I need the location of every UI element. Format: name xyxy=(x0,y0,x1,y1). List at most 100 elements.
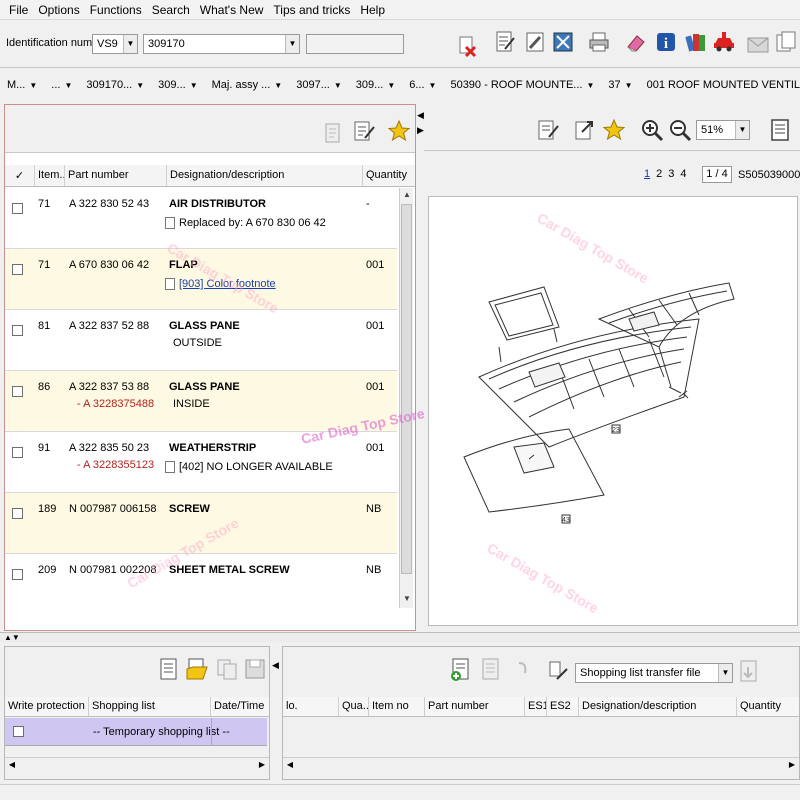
row-checkbox[interactable] xyxy=(12,386,23,397)
menu-item-0[interactable]: File xyxy=(4,3,33,17)
row-checkbox[interactable] xyxy=(12,569,23,580)
star-icon[interactable] xyxy=(387,119,411,143)
fit-screen-icon[interactable] xyxy=(551,30,575,54)
table-row[interactable]: 81 A 322 837 52 88 GLASS PANE OUTSIDE 001 xyxy=(5,310,397,371)
transfer-horizontal-scrollbar[interactable]: ◀ ▶ xyxy=(283,757,799,771)
scroll-left-icon[interactable]: ◀ xyxy=(5,758,19,771)
table-row[interactable]: 209 N 007981 002208 SHEET METAL SCREW NB xyxy=(5,554,397,608)
row-checkbox[interactable] xyxy=(12,203,23,214)
document-icon[interactable] xyxy=(479,657,503,681)
expand-right-icon[interactable]: ▶ xyxy=(417,125,424,136)
horizontal-splitter[interactable]: ▲▼ xyxy=(0,632,800,642)
breadcrumb-item-8[interactable]: 50390 - ROOF MOUNTE... ▼ xyxy=(443,79,601,91)
scroll-right-icon[interactable]: ▶ xyxy=(785,758,799,771)
table-row[interactable]: 71 A 322 830 52 43 AIR DISTRIBUTOR Replaced… xyxy=(5,188,397,249)
scroll-left-icon[interactable]: ◀ xyxy=(283,758,297,771)
row-checkbox[interactable] xyxy=(12,447,23,458)
col-item[interactable]: Item... xyxy=(35,165,65,186)
edit-list-icon[interactable] xyxy=(536,118,560,142)
transfer-file-select[interactable]: Shopping list transfer file ▼ xyxy=(575,663,733,683)
edit-list-icon[interactable] xyxy=(493,30,517,54)
ident-prefix-select[interactable]: VS9 ▼ xyxy=(92,34,138,54)
col-part-number[interactable]: Part number xyxy=(65,165,167,186)
edit-list-icon[interactable] xyxy=(352,119,376,143)
breadcrumb-item-4[interactable]: Maj. assy ... ▼ xyxy=(205,79,290,91)
delete-document-icon[interactable] xyxy=(455,34,479,58)
menu-item-4[interactable]: What's New xyxy=(195,3,269,17)
print-icon[interactable] xyxy=(587,30,611,54)
zoom-in-icon[interactable] xyxy=(640,118,664,142)
page-link-4[interactable]: 4 xyxy=(680,168,686,180)
alt-part-number[interactable]: - A 3228375488 xyxy=(77,398,154,410)
export-document-icon[interactable] xyxy=(737,659,761,683)
menu-item-6[interactable]: Help xyxy=(355,3,390,17)
col-quantity[interactable]: Quantity xyxy=(363,165,415,186)
page-link-2[interactable]: 2 xyxy=(656,168,662,180)
document-list-icon[interactable] xyxy=(768,118,792,142)
write-protection-checkbox[interactable] xyxy=(13,726,24,737)
eraser-icon[interactable] xyxy=(624,30,648,54)
copy-list-icon[interactable] xyxy=(321,121,345,145)
menu-item-3[interactable]: Search xyxy=(147,3,195,17)
vehicle-icon[interactable] xyxy=(712,30,736,54)
zoom-out-icon[interactable] xyxy=(668,118,692,142)
page-of-field[interactable]: 1 / 4 xyxy=(702,166,732,183)
col-write-protection[interactable]: Write protection xyxy=(5,697,89,716)
table-row[interactable]: 86 A 322 837 53 88 - A 3228375488 GLASS PAN… xyxy=(5,371,397,432)
breadcrumb-item-10[interactable]: 001 ROOF MOUNTED VENTILATOR▼ xyxy=(640,79,800,91)
row-checkbox[interactable] xyxy=(12,325,23,336)
table-row[interactable]: 91 A 322 835 50 23 - A 3228355123 WEATHERST… xyxy=(5,432,397,493)
scroll-down-icon[interactable]: ▼ xyxy=(400,592,414,606)
col-designation[interactable]: Designation/description xyxy=(167,165,363,186)
mail-icon[interactable] xyxy=(746,32,770,56)
breadcrumb-item-9[interactable]: 37 ▼ xyxy=(601,79,639,91)
col-part-number[interactable]: Part number xyxy=(425,697,525,716)
alt-part-number[interactable]: - A 3228355123 xyxy=(77,459,154,471)
scroll-thumb[interactable] xyxy=(401,204,412,574)
ident-extra-field[interactable] xyxy=(306,34,404,54)
breadcrumb-item-7[interactable]: 6... ▼ xyxy=(402,79,443,91)
copy-icon[interactable] xyxy=(215,657,239,681)
page-link-1[interactable]: 1 xyxy=(644,168,650,180)
col-item-no[interactable]: Item no xyxy=(369,697,425,716)
star-icon[interactable] xyxy=(602,118,626,142)
menu-item-1[interactable]: Options xyxy=(33,3,84,17)
menu-item-5[interactable]: Tips and tricks xyxy=(268,3,355,17)
export-icon[interactable] xyxy=(572,118,596,142)
collapse-up-icon[interactable]: ▲▼ xyxy=(4,633,20,642)
col-date-time[interactable]: Date/Time xyxy=(211,697,269,716)
col-quantity-short[interactable]: Qua... xyxy=(339,697,369,716)
undo-icon[interactable] xyxy=(511,657,535,681)
row-checkbox[interactable] xyxy=(12,508,23,519)
col-shopping-list[interactable]: Shopping list xyxy=(89,697,211,716)
collapse-left-icon[interactable]: ◀ xyxy=(417,110,424,121)
ident-number-select[interactable]: 309170 ▼ xyxy=(143,34,300,54)
breadcrumb-item-5[interactable]: 3097... ▼ xyxy=(289,79,349,91)
new-list-icon[interactable] xyxy=(157,657,181,681)
col-es1[interactable]: ES1 xyxy=(525,697,547,716)
collapse-left-icon[interactable]: ◀ xyxy=(272,660,279,671)
documents-icon[interactable] xyxy=(774,30,798,54)
page-link-3[interactable]: 3 xyxy=(668,168,674,180)
shopping-list-row[interactable]: -- Temporary shopping list -- xyxy=(5,718,267,746)
breadcrumb-item-1[interactable]: ... ▼ xyxy=(44,79,79,91)
col-quantity[interactable]: Quantity xyxy=(737,697,785,716)
col-no[interactable]: lo. xyxy=(283,697,339,716)
scroll-right-icon[interactable]: ▶ xyxy=(255,758,269,771)
col-designation[interactable]: Designation/description xyxy=(579,697,737,716)
scroll-up-icon[interactable]: ▲ xyxy=(400,188,414,202)
breadcrumb-item-3[interactable]: 309... ▼ xyxy=(151,79,204,91)
col-es2[interactable]: ES2 xyxy=(547,697,579,716)
info-icon[interactable]: i xyxy=(654,30,678,54)
drawing-canvas[interactable]: 23 43 xyxy=(428,196,798,626)
table-row[interactable]: 189 N 007987 006158 SCREW NB xyxy=(5,493,397,554)
books-icon[interactable] xyxy=(684,30,708,54)
col-check[interactable]: ✓ xyxy=(5,165,35,186)
breadcrumb-item-0[interactable]: M... ▼ xyxy=(0,79,44,91)
transfer-icon[interactable] xyxy=(547,659,571,683)
open-folder-icon[interactable] xyxy=(185,657,209,681)
zoom-select[interactable]: 51% ▼ xyxy=(696,120,750,140)
shopping-horizontal-scrollbar[interactable]: ◀ ▶ xyxy=(5,757,269,771)
parts-vertical-scrollbar[interactable]: ▲ ▼ xyxy=(399,188,413,608)
breadcrumb-item-6[interactable]: 309... ▼ xyxy=(349,79,402,91)
